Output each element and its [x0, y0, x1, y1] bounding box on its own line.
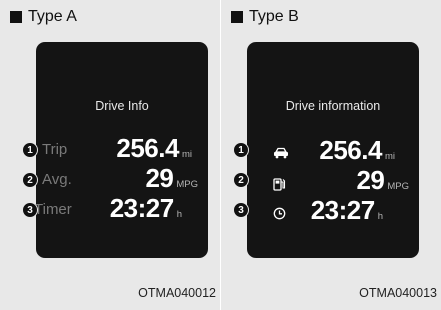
- b-avg-value: 29: [356, 165, 385, 195]
- b-avg-value-group: 29 MPG: [356, 165, 409, 196]
- type-b-heading: Type B: [231, 8, 299, 26]
- marker-1: 1: [22, 142, 38, 158]
- type-a-heading-label: Type A: [28, 8, 77, 25]
- type-b-cluster-screen: Drive information 256.4 mi 29 MPG 23:27 …: [247, 42, 419, 258]
- type-b-panel: Type B Drive information 256.4 mi 29 MPG…: [221, 0, 441, 310]
- b-timer-value-group: 23:27 h: [311, 195, 383, 226]
- type-b-heading-label: Type B: [249, 8, 299, 25]
- b-timer-value: 23:27: [310, 195, 376, 225]
- trip-unit: mi: [181, 149, 192, 160]
- avg-label: Avg.: [42, 171, 72, 188]
- marker-2: 2: [22, 172, 38, 188]
- type-b-timer-row: 23:27 h: [247, 195, 419, 228]
- b-marker-3: 3: [233, 202, 249, 218]
- b-trip-value: 256.4: [319, 135, 382, 165]
- trip-label: Trip: [42, 141, 68, 158]
- timer-label: Timer: [34, 201, 72, 218]
- b-marker-2: 2: [233, 172, 249, 188]
- avg-value-group: 29 MPG: [145, 163, 198, 194]
- type-b-trip-row: 256.4 mi: [247, 135, 419, 168]
- type-b-figure-code: OTMA040013: [359, 286, 437, 300]
- type-a-trip-row: Trip 256.4 mi: [36, 133, 208, 166]
- avg-unit: MPG: [176, 179, 198, 190]
- trip-value: 256.4: [116, 133, 179, 163]
- avg-value: 29: [145, 163, 174, 193]
- b-marker-1: 1: [233, 142, 249, 158]
- trip-value-group: 256.4 mi: [116, 133, 192, 164]
- square-bullet-icon: [10, 11, 22, 23]
- type-b-screen-title: Drive information: [285, 99, 381, 113]
- b-timer-unit: h: [377, 211, 383, 222]
- type-a-cluster-screen: Drive Info Trip 256.4 mi Avg. 29 MPG Tim…: [34, 42, 208, 258]
- marker-3: 3: [22, 202, 38, 218]
- square-bullet-icon: [231, 11, 243, 23]
- type-a-figure-code: OTMA040012: [138, 286, 216, 300]
- b-trip-value-group: 256.4 mi: [319, 135, 395, 166]
- type-a-screen-title: Drive Info: [95, 99, 149, 113]
- b-avg-unit: MPG: [387, 181, 409, 192]
- b-trip-unit: mi: [384, 151, 395, 162]
- timer-value-group: 23:27 h: [110, 193, 182, 224]
- fuel-pump-icon: [273, 178, 286, 191]
- type-a-timer-row: Timer 23:27 h: [34, 193, 208, 226]
- type-a-panel: Type A Drive Info Trip 256.4 mi Avg. 29 …: [0, 0, 220, 310]
- timer-value: 23:27: [109, 193, 175, 223]
- car-icon: [274, 147, 288, 159]
- type-b-avg-row: 29 MPG: [247, 165, 419, 198]
- clock-icon: [273, 207, 286, 220]
- timer-unit: h: [176, 209, 182, 220]
- type-a-avg-row: Avg. 29 MPG: [36, 163, 208, 196]
- type-a-heading: Type A: [10, 8, 77, 26]
